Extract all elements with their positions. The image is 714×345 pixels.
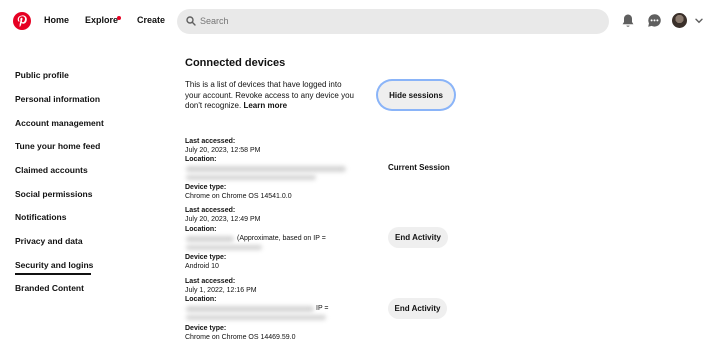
last-accessed-label: Last accessed:	[185, 278, 236, 285]
last-accessed-value: July 20, 2023, 12:49 PM	[185, 216, 261, 223]
redacted-location	[186, 306, 314, 312]
search-icon	[186, 16, 196, 26]
redacted-location	[186, 175, 316, 180]
nav-create-link[interactable]: Create	[137, 15, 165, 25]
device-type-label: Device type:	[185, 184, 227, 191]
redacted-location	[186, 166, 346, 172]
page-title: Connected devices	[185, 57, 286, 69]
sidebar-item-personal-information[interactable]: Personal information	[15, 94, 100, 104]
sidebar-item-notifications[interactable]: Notifications	[15, 212, 66, 222]
top-navigation-bar: Home Explore Create Search	[0, 0, 714, 44]
device-type-label: Device type:	[185, 254, 227, 261]
sidebar-item-branded-content[interactable]: Branded Content	[15, 283, 84, 293]
learn-more-link[interactable]: Learn more	[243, 101, 287, 110]
redacted-location	[186, 245, 262, 250]
location-label: Location:	[185, 156, 217, 163]
sidebar-item-social-permissions[interactable]: Social permissions	[15, 189, 92, 199]
sidebar-item-public-profile[interactable]: Public profile	[15, 70, 69, 80]
pinterest-logo-icon[interactable]	[13, 12, 31, 30]
chat-icon[interactable]	[647, 13, 662, 28]
search-input[interactable]: Search	[177, 9, 609, 34]
hide-sessions-button[interactable]: Hide sessions	[378, 81, 454, 109]
bell-icon[interactable]	[621, 13, 635, 29]
redacted-location	[186, 315, 326, 320]
sidebar-item-tune-home-feed[interactable]: Tune your home feed	[15, 141, 100, 151]
device-type-label: Device type:	[185, 325, 227, 332]
location-value-partial: (Approximate, based on IP =	[237, 235, 326, 242]
location-label: Location:	[185, 296, 217, 303]
location-value-partial: IP =	[316, 305, 329, 312]
nav-explore-link[interactable]: Explore	[85, 15, 118, 25]
explore-notification-dot	[117, 16, 121, 20]
sidebar-item-account-management[interactable]: Account management	[15, 118, 104, 128]
device-type-value: Chrome on Chrome OS 14541.0.0	[185, 193, 292, 200]
last-accessed-label: Last accessed:	[185, 207, 236, 214]
intro-text: This is a list of devices that have logg…	[185, 80, 355, 112]
current-session-label: Current Session	[388, 163, 450, 172]
redacted-location	[186, 236, 234, 242]
end-activity-button[interactable]: End Activity	[388, 298, 447, 319]
chevron-down-icon[interactable]	[695, 18, 703, 24]
sidebar-item-claimed-accounts[interactable]: Claimed accounts	[15, 165, 88, 175]
location-label: Location:	[185, 226, 217, 233]
last-accessed-value: July 1, 2022, 12:16 PM	[185, 287, 257, 294]
nav-home-link[interactable]: Home	[44, 15, 69, 25]
sidebar-item-security-and-logins[interactable]: Security and logins	[15, 260, 93, 270]
avatar[interactable]	[672, 13, 687, 28]
search-placeholder: Search	[200, 16, 229, 26]
device-type-value: Android 10	[185, 263, 219, 270]
last-accessed-label: Last accessed:	[185, 138, 236, 145]
device-type-value: Chrome on Chrome OS 14469.59.0	[185, 334, 296, 341]
sidebar-item-privacy-and-data[interactable]: Privacy and data	[15, 236, 83, 246]
end-activity-button[interactable]: End Activity	[388, 227, 448, 248]
active-item-underline	[15, 273, 91, 275]
last-accessed-value: July 20, 2023, 12:58 PM	[185, 147, 261, 154]
